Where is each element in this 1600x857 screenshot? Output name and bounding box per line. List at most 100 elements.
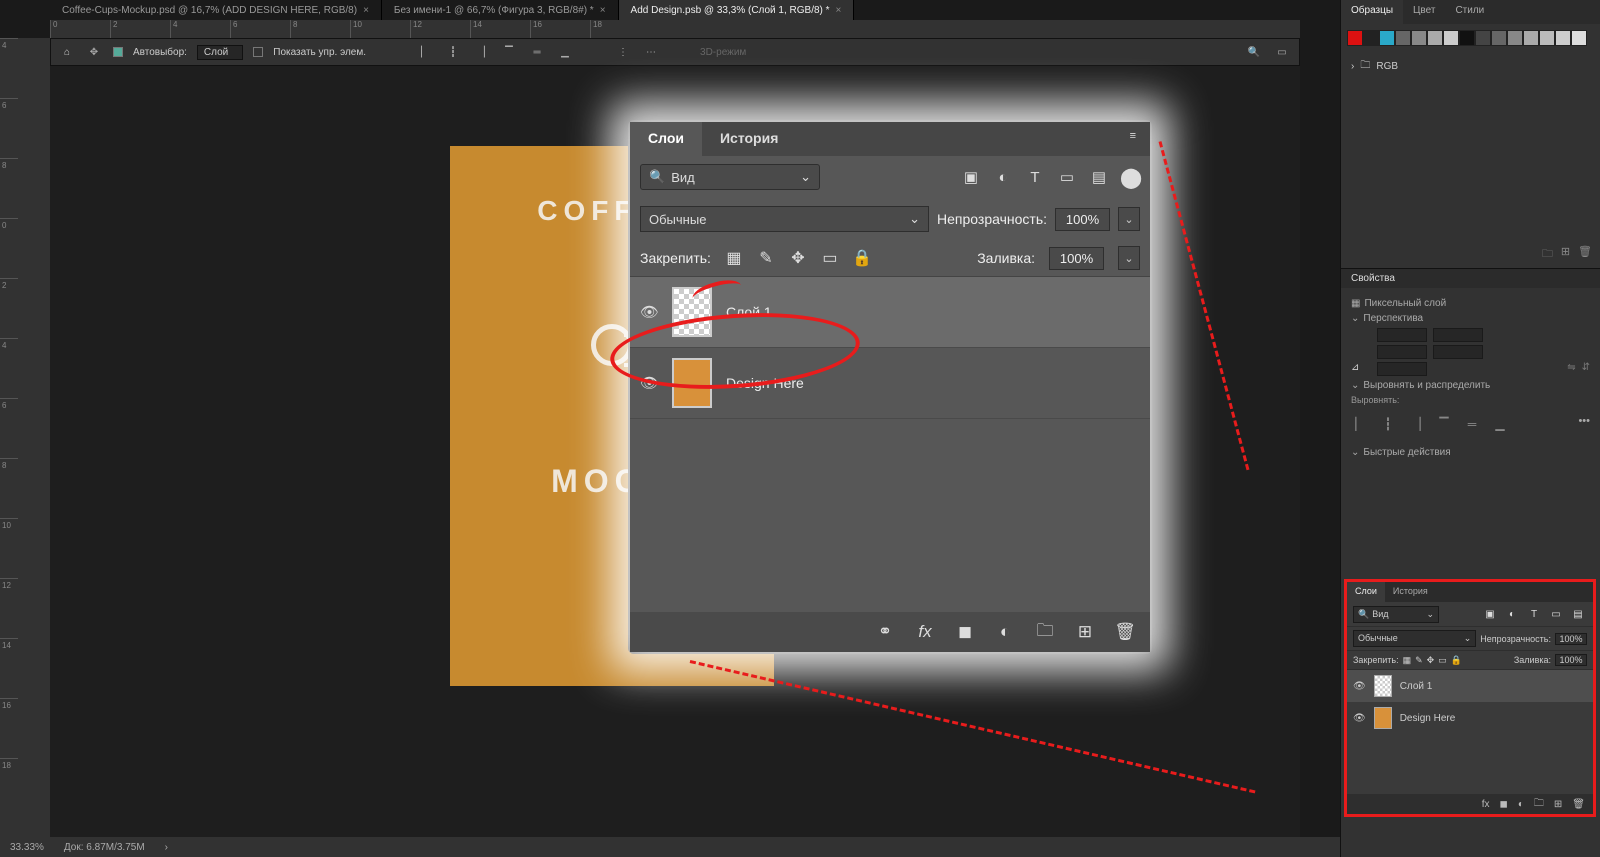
tab-1[interactable]: Без имени-1 @ 66,7% (Фигура 3, RGB/8#) *… [382,0,619,20]
fx-icon[interactable]: fx [1482,799,1490,810]
adjustment-icon[interactable]: ◐ [1518,799,1524,810]
new-layer-icon[interactable]: ⊞ [1076,623,1094,641]
lock-pixels-icon[interactable]: ▦ [1403,655,1412,666]
fill-input[interactable]: 100% [1555,654,1587,666]
visibility-icon[interactable]: 👁 [1353,713,1366,724]
swatch[interactable] [1363,30,1379,46]
distribute-icon[interactable]: ⋯ [642,43,660,61]
align-middle-icon[interactable]: ═ [1463,415,1481,433]
layer-row[interactable]: 👁 Design Here [630,348,1150,419]
lock-position-icon[interactable]: ✥ [789,249,807,267]
align-middle-icon[interactable]: ═ [528,43,546,61]
folder-icon[interactable]: 🗀 [1534,796,1544,813]
close-icon[interactable]: × [600,5,606,16]
filter-text-icon[interactable]: T [1525,605,1543,623]
lock-brush-icon[interactable]: ✎ [757,249,775,267]
layer-filter-dropdown[interactable]: 🔍 Вид⌄ [1353,606,1439,623]
fill-input[interactable]: 100% [1049,247,1104,270]
trash-icon[interactable]: 🗑 [1116,623,1134,641]
mask-icon[interactable]: ◼ [1500,799,1508,810]
lock-artboard-icon[interactable]: ▭ [821,249,839,267]
new-icon[interactable]: ⊞ [1561,245,1570,264]
flip-h-icon[interactable]: ⇋ [1567,362,1575,376]
visibility-icon[interactable]: 👁 [640,374,658,392]
align-top-icon[interactable]: ▔ [500,43,518,61]
lock-pixels-icon[interactable]: ▦ [725,249,743,267]
link-icon[interactable]: ⚭ [876,623,894,641]
filter-image-icon[interactable]: ▣ [1481,605,1499,623]
close-icon[interactable]: × [363,5,369,16]
chevron-right-icon[interactable]: › [165,842,168,853]
swatch[interactable] [1443,30,1459,46]
filter-adjust-icon[interactable]: ◐ [994,168,1012,186]
tool-column[interactable] [18,38,50,837]
lock-artboard-icon[interactable]: ▭ [1438,655,1447,666]
layer-thumbnail[interactable] [672,287,712,337]
swatch[interactable] [1555,30,1571,46]
filter-shape-icon[interactable]: ▭ [1547,605,1565,623]
align-bottom-icon[interactable]: ▁ [556,43,574,61]
filter-smart-icon[interactable]: ▤ [1569,605,1587,623]
new-layer-icon[interactable]: ⊞ [1554,799,1562,810]
align-center-h-icon[interactable]: ┇ [444,43,462,61]
filter-smart-icon[interactable]: ▤ [1090,168,1108,186]
align-right-icon[interactable]: ▕ [1407,415,1425,433]
filter-adjust-icon[interactable]: ◐ [1503,605,1521,623]
more-icon[interactable]: ••• [1578,415,1590,433]
layer-thumbnail[interactable] [1374,675,1392,697]
filter-text-icon[interactable]: T [1026,168,1044,186]
filter-image-icon[interactable]: ▣ [962,168,980,186]
tab-2[interactable]: Add Design.psb @ 33,3% (Слой 1, RGB/8) *… [619,0,855,20]
visibility-icon[interactable]: 👁 [1353,681,1366,692]
swatch[interactable] [1475,30,1491,46]
autoselect-checkbox[interactable] [113,47,123,57]
folder-icon[interactable]: 🗀 [1542,245,1553,264]
home-icon[interactable]: ⌂ [59,44,75,60]
layer-name[interactable]: Слой 1 [1400,681,1433,692]
fill-dropdown[interactable]: ⌄ [1118,246,1140,270]
swatch[interactable] [1411,30,1427,46]
section-align[interactable]: ⌄ Выровнять и распределить [1351,380,1590,391]
swatch-folder[interactable]: ›🗀RGB [1341,52,1600,81]
tab-styles[interactable]: Стили [1445,0,1494,24]
section-quick[interactable]: ⌄ Быстрые действия [1351,447,1590,458]
trash-icon[interactable]: 🗑 [1572,799,1585,810]
align-top-icon[interactable]: ▔ [1435,415,1453,433]
blend-mode-dropdown[interactable]: Обычные⌄ [640,206,929,232]
show-controls-checkbox[interactable] [253,47,263,57]
zoom-level[interactable]: 33.33% [10,842,44,853]
align-left-icon[interactable]: ▏ [416,43,434,61]
autoselect-dropdown[interactable]: Слой [197,45,243,60]
tab-history[interactable]: История [702,122,796,156]
search-icon[interactable]: 🔍 [1245,43,1263,61]
tab-color[interactable]: Цвет [1403,0,1445,24]
swatch[interactable] [1523,30,1539,46]
swatch[interactable] [1507,30,1523,46]
tab-layers[interactable]: Слои [1347,582,1385,602]
trash-icon[interactable]: 🗑 [1578,245,1592,264]
tab-0[interactable]: Coffee-Cups-Mockup.psd @ 16,7% (ADD DESI… [50,0,382,20]
close-icon[interactable]: × [836,5,842,16]
tab-swatches[interactable]: Образцы [1341,0,1403,24]
blend-mode-dropdown[interactable]: Обычные⌄ [1353,630,1476,647]
swatch[interactable] [1379,30,1395,46]
align-right-icon[interactable]: ▕ [472,43,490,61]
layer-thumbnail[interactable] [672,358,712,408]
swatch[interactable] [1395,30,1411,46]
swatch[interactable] [1347,30,1363,46]
move-tool-icon[interactable]: ✥ [85,43,103,61]
layer-filter-dropdown[interactable]: 🔍 Вид ⌄ [640,164,820,190]
align-center-icon[interactable]: ┇ [1379,415,1397,433]
distribute-icon[interactable]: ⋮ [614,43,632,61]
mask-icon[interactable]: ◼ [956,623,974,641]
lock-position-icon[interactable]: ✥ [1427,655,1435,666]
workspace-icon[interactable]: ▭ [1273,43,1291,61]
align-left-icon[interactable]: ▏ [1351,415,1369,433]
adjustment-icon[interactable]: ◐ [996,623,1014,641]
swatch[interactable] [1539,30,1555,46]
swatch[interactable] [1491,30,1507,46]
lock-brush-icon[interactable]: ✎ [1415,655,1423,666]
visibility-icon[interactable]: 👁 [640,303,658,321]
tab-history[interactable]: История [1385,582,1436,602]
opacity-input[interactable]: 100% [1055,208,1110,231]
